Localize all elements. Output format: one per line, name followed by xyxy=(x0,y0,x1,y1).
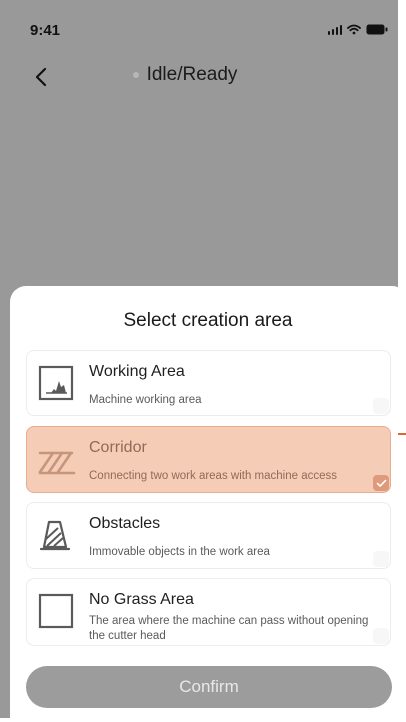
option-description: Connecting two work areas with machine a… xyxy=(89,470,338,482)
option-obstacles[interactable]: Obstacles Immovable objects in the work … xyxy=(26,502,391,569)
option-checkbox[interactable] xyxy=(373,551,389,567)
option-checkbox[interactable] xyxy=(373,398,389,414)
option-title: Corridor xyxy=(89,439,147,456)
checkmark-icon xyxy=(376,479,386,487)
creation-area-sheet: Select creation area Working Area Machin… xyxy=(10,286,406,722)
option-corridor[interactable]: Corridor Connecting two work areas with … xyxy=(26,426,391,493)
option-description: The area where the machine can pass with… xyxy=(89,615,369,642)
wifi-icon xyxy=(347,24,361,35)
edge-indicator xyxy=(398,433,406,435)
page-title: Idle/Ready xyxy=(146,64,238,85)
working-area-icon xyxy=(38,365,74,401)
no-grass-area-icon xyxy=(38,593,74,629)
option-checkbox-checked[interactable] xyxy=(373,475,389,491)
bottom-edge xyxy=(0,718,406,722)
option-title: Working Area xyxy=(89,363,185,380)
signal-icon xyxy=(327,25,342,35)
confirm-button[interactable]: Confirm xyxy=(26,666,392,708)
obstacle-icon xyxy=(38,517,74,553)
option-title: No Grass Area xyxy=(89,591,194,608)
option-checkbox[interactable] xyxy=(373,628,389,644)
status-time: 9:41 xyxy=(30,22,61,39)
option-description: Immovable objects in the work area xyxy=(89,546,270,558)
sheet-title: Select creation area xyxy=(123,310,293,331)
option-title: Obstacles xyxy=(89,515,161,532)
status-dot xyxy=(132,72,139,78)
option-description: Machine working area xyxy=(89,394,202,406)
option-no-grass-area[interactable]: No Grass Area The area where the machine… xyxy=(26,578,391,646)
battery-icon xyxy=(366,24,388,35)
status-icons xyxy=(327,24,389,35)
nav-header: Idle/Ready xyxy=(0,64,406,86)
option-working-area[interactable]: Working Area Machine working area xyxy=(26,350,391,416)
corridor-icon xyxy=(38,441,78,477)
